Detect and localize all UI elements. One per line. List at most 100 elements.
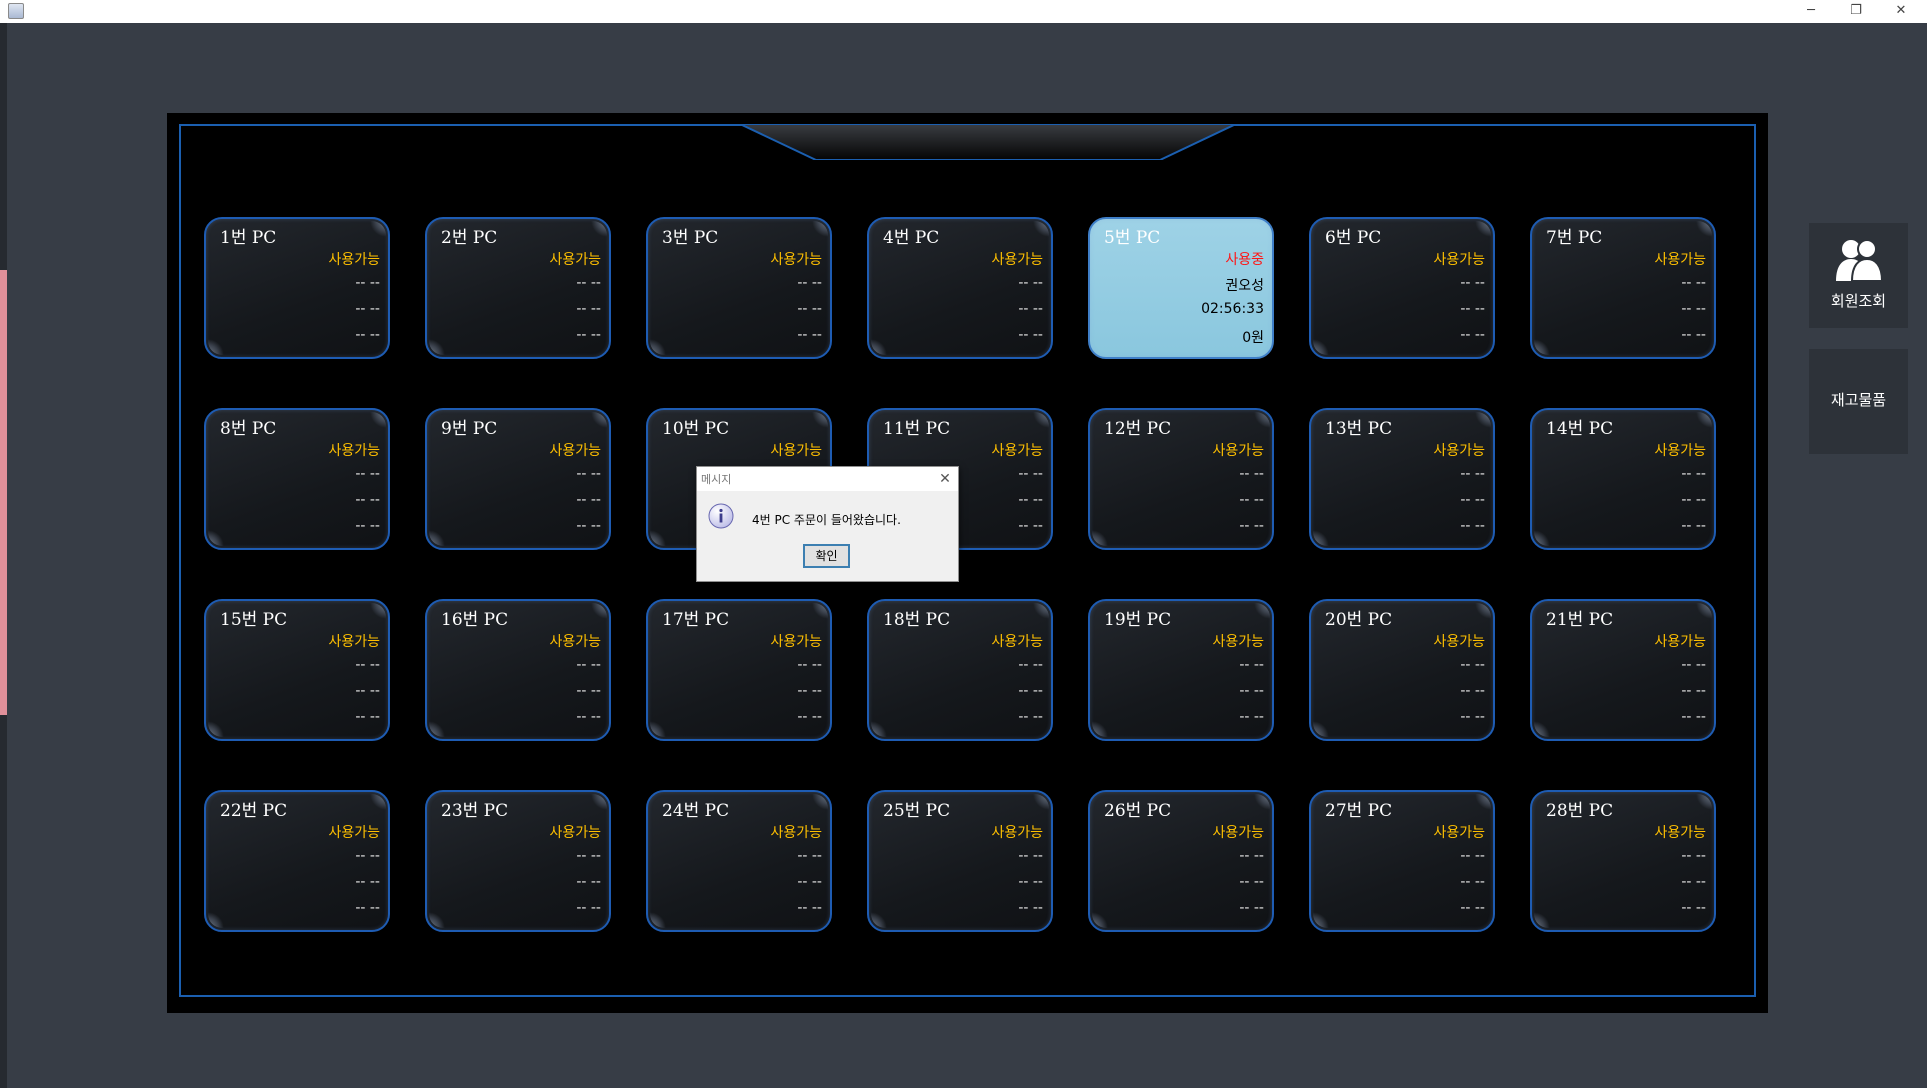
pc-card[interactable]: 4번 PC 사용가능 -- -- -- -- -- -- [867, 217, 1053, 359]
pc-card[interactable]: 2번 PC 사용가능 -- -- -- -- -- -- [425, 217, 611, 359]
pc-card[interactable]: 28번 PC 사용가능 -- -- -- -- -- -- [1530, 790, 1716, 932]
background-window-edge [0, 270, 7, 715]
pc-card[interactable]: 23번 PC 사용가능 -- -- -- -- -- -- [425, 790, 611, 932]
card-corner-highlight [812, 221, 828, 237]
pc-status-text: 사용가능 [770, 634, 822, 650]
pc-name: 15번 PC [220, 610, 288, 630]
pc-time-text: 02:56:33 [1201, 301, 1264, 317]
minimize-button[interactable]: ─ [1789, 0, 1833, 23]
pc-status-text: 사용가능 [549, 252, 601, 268]
pc-card[interactable]: 24번 PC 사용가능 -- -- -- -- -- -- [646, 790, 832, 932]
card-corner-highlight [1254, 794, 1270, 810]
card-corner-highlight [1475, 603, 1491, 619]
pc-card[interactable]: 3번 PC 사용가능 -- -- -- -- -- -- [646, 217, 832, 359]
pc-card[interactable]: 16번 PC 사용가능 -- -- -- -- -- -- [425, 599, 611, 741]
card-corner-highlight [370, 603, 386, 619]
pc-user-text: -- -- [576, 657, 601, 673]
pc-fee-text: -- -- [1018, 327, 1043, 343]
pc-time-text: -- -- [1018, 492, 1043, 508]
card-corner-highlight [1254, 603, 1270, 619]
pc-card[interactable]: 20번 PC 사용가능 -- -- -- -- -- -- [1309, 599, 1495, 741]
pc-status-text: 사용가능 [549, 634, 601, 650]
card-corner-highlight [1092, 721, 1108, 737]
card-corner-highlight [1033, 603, 1049, 619]
pc-name: 22번 PC [220, 801, 288, 821]
pc-time-text: -- -- [797, 874, 822, 890]
pc-status-text: 사용가능 [1212, 443, 1264, 459]
pc-name: 7번 PC [1546, 228, 1603, 248]
pc-status-text: 사용가능 [328, 825, 380, 841]
card-corner-highlight [1475, 412, 1491, 428]
pc-fee-text: -- -- [355, 709, 380, 725]
pc-name: 9번 PC [441, 419, 498, 439]
pc-user-text: -- -- [1460, 848, 1485, 864]
pc-fee-text: -- -- [355, 518, 380, 534]
pc-card[interactable]: 1번 PC 사용가능 -- -- -- -- -- -- [204, 217, 390, 359]
card-corner-highlight [871, 339, 887, 355]
pc-user-text: -- -- [1681, 275, 1706, 291]
close-window-button[interactable]: ✕ [1879, 0, 1923, 23]
pc-name: 27번 PC [1325, 801, 1393, 821]
dialog-close-button[interactable]: ✕ [934, 468, 956, 490]
pc-card[interactable]: 13번 PC 사용가능 -- -- -- -- -- -- [1309, 408, 1495, 550]
pc-time-text: -- -- [1239, 683, 1264, 699]
users-icon [1836, 239, 1884, 282]
pc-card[interactable]: 14번 PC 사용가능 -- -- -- -- -- -- [1530, 408, 1716, 550]
pc-status-text: 사용가능 [991, 443, 1043, 459]
maximize-button[interactable]: ❐ [1834, 0, 1878, 23]
pc-status-text: 사용가능 [549, 825, 601, 841]
pc-user-text: -- -- [1460, 657, 1485, 673]
pc-time-text: -- -- [1460, 874, 1485, 890]
card-corner-highlight [591, 794, 607, 810]
card-corner-highlight [650, 530, 666, 546]
pc-user-text: -- -- [355, 848, 380, 864]
member-lookup-button[interactable]: 회원조회 [1809, 223, 1908, 328]
pc-card[interactable]: 26번 PC 사용가능 -- -- -- -- -- -- [1088, 790, 1274, 932]
pc-card[interactable]: 5번 PC 사용중 권오성 02:56:33 0원 [1088, 217, 1274, 359]
pc-card[interactable]: 18번 PC 사용가능 -- -- -- -- -- -- [867, 599, 1053, 741]
pc-name: 6번 PC [1325, 228, 1382, 248]
pc-status-text: 사용중 [1225, 252, 1264, 268]
pc-card[interactable]: 12번 PC 사용가능 -- -- -- -- -- -- [1088, 408, 1274, 550]
pc-status-text: 사용가능 [1654, 252, 1706, 268]
pc-card[interactable]: 6번 PC 사용가능 -- -- -- -- -- -- [1309, 217, 1495, 359]
card-corner-highlight [650, 339, 666, 355]
card-corner-highlight [429, 339, 445, 355]
pc-card[interactable]: 27번 PC 사용가능 -- -- -- -- -- -- [1309, 790, 1495, 932]
pc-card[interactable]: 15번 PC 사용가능 -- -- -- -- -- -- [204, 599, 390, 741]
card-corner-highlight [1475, 794, 1491, 810]
pc-card[interactable]: 22번 PC 사용가능 -- -- -- -- -- -- [204, 790, 390, 932]
inventory-button[interactable]: 재고물품 [1809, 349, 1908, 454]
card-corner-highlight [1696, 794, 1712, 810]
pc-time-text: -- -- [355, 301, 380, 317]
message-dialog: 메시지 ✕ 4번 PC 주문이 들어왔습니다. 확인 [696, 466, 959, 582]
pc-fee-text: -- -- [1460, 518, 1485, 534]
card-corner-highlight [1696, 412, 1712, 428]
pc-user-text: -- -- [1681, 848, 1706, 864]
pc-card[interactable]: 7번 PC 사용가능 -- -- -- -- -- -- [1530, 217, 1716, 359]
card-corner-highlight [812, 794, 828, 810]
pc-fee-text: -- -- [576, 327, 601, 343]
pc-user-text: 권오성 [1225, 278, 1264, 294]
pc-fee-text: -- -- [797, 709, 822, 725]
pc-card[interactable]: 9번 PC 사용가능 -- -- -- -- -- -- [425, 408, 611, 550]
pc-time-text: -- -- [576, 492, 601, 508]
pc-status-text: 사용가능 [1433, 252, 1485, 268]
pc-card[interactable]: 21번 PC 사용가능 -- -- -- -- -- -- [1530, 599, 1716, 741]
card-corner-highlight [429, 530, 445, 546]
pc-status-panel: 1번 PC 사용가능 -- -- -- -- -- -- 2번 PC 사용가능 -- -- --… [167, 113, 1768, 1013]
pc-fee-text: -- -- [576, 900, 601, 916]
pc-status-text: 사용가능 [770, 443, 822, 459]
pc-card[interactable]: 25번 PC 사용가능 -- -- -- -- -- -- [867, 790, 1053, 932]
dialog-ok-button[interactable]: 확인 [803, 544, 850, 568]
pc-name: 8번 PC [220, 419, 277, 439]
dialog-message: 4번 PC 주문이 들어왔습니다. [752, 513, 901, 527]
pc-card[interactable]: 17번 PC 사용가능 -- -- -- -- -- -- [646, 599, 832, 741]
pc-time-text: -- -- [1460, 492, 1485, 508]
pc-time-text: -- -- [1681, 301, 1706, 317]
pc-card[interactable]: 8번 PC 사용가능 -- -- -- -- -- -- [204, 408, 390, 550]
pc-status-text: 사용가능 [991, 252, 1043, 268]
pc-name: 3번 PC [662, 228, 719, 248]
pc-card[interactable]: 19번 PC 사용가능 -- -- -- -- -- -- [1088, 599, 1274, 741]
info-icon [708, 503, 734, 529]
